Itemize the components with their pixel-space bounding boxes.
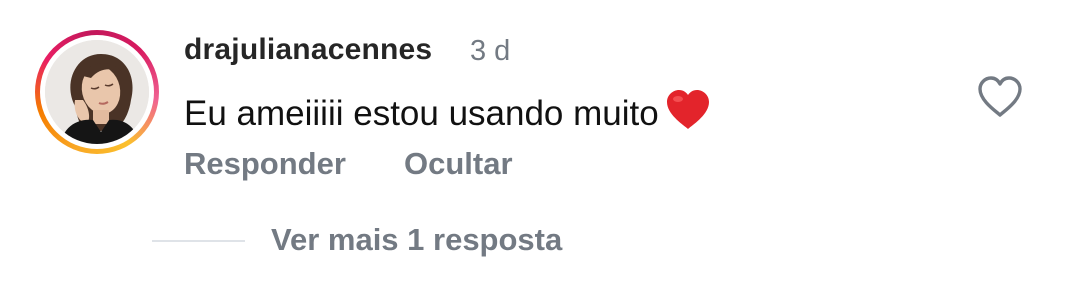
view-more-replies-button[interactable]: Ver mais 1 resposta (271, 222, 562, 258)
heart-outline-icon (978, 76, 1022, 117)
comment-item: drajulianacennes 3 d Eu ameiiiii estou u… (0, 0, 1076, 287)
hide-button[interactable]: Ocultar (404, 146, 513, 182)
comment-text: Eu ameiiiii estou usando muito (184, 89, 711, 140)
replies-divider (152, 240, 245, 242)
avatar-photo (45, 40, 149, 144)
reply-button[interactable]: Responder (184, 146, 346, 182)
username[interactable]: drajulianacennes (184, 33, 432, 67)
like-button[interactable] (976, 75, 1024, 119)
heart-emoji (665, 89, 711, 140)
avatar[interactable] (45, 40, 149, 144)
comment-body: Eu ameiiiii estou usando muito (184, 94, 659, 133)
story-ring[interactable] (35, 30, 159, 154)
timestamp: 3 d (470, 35, 511, 67)
